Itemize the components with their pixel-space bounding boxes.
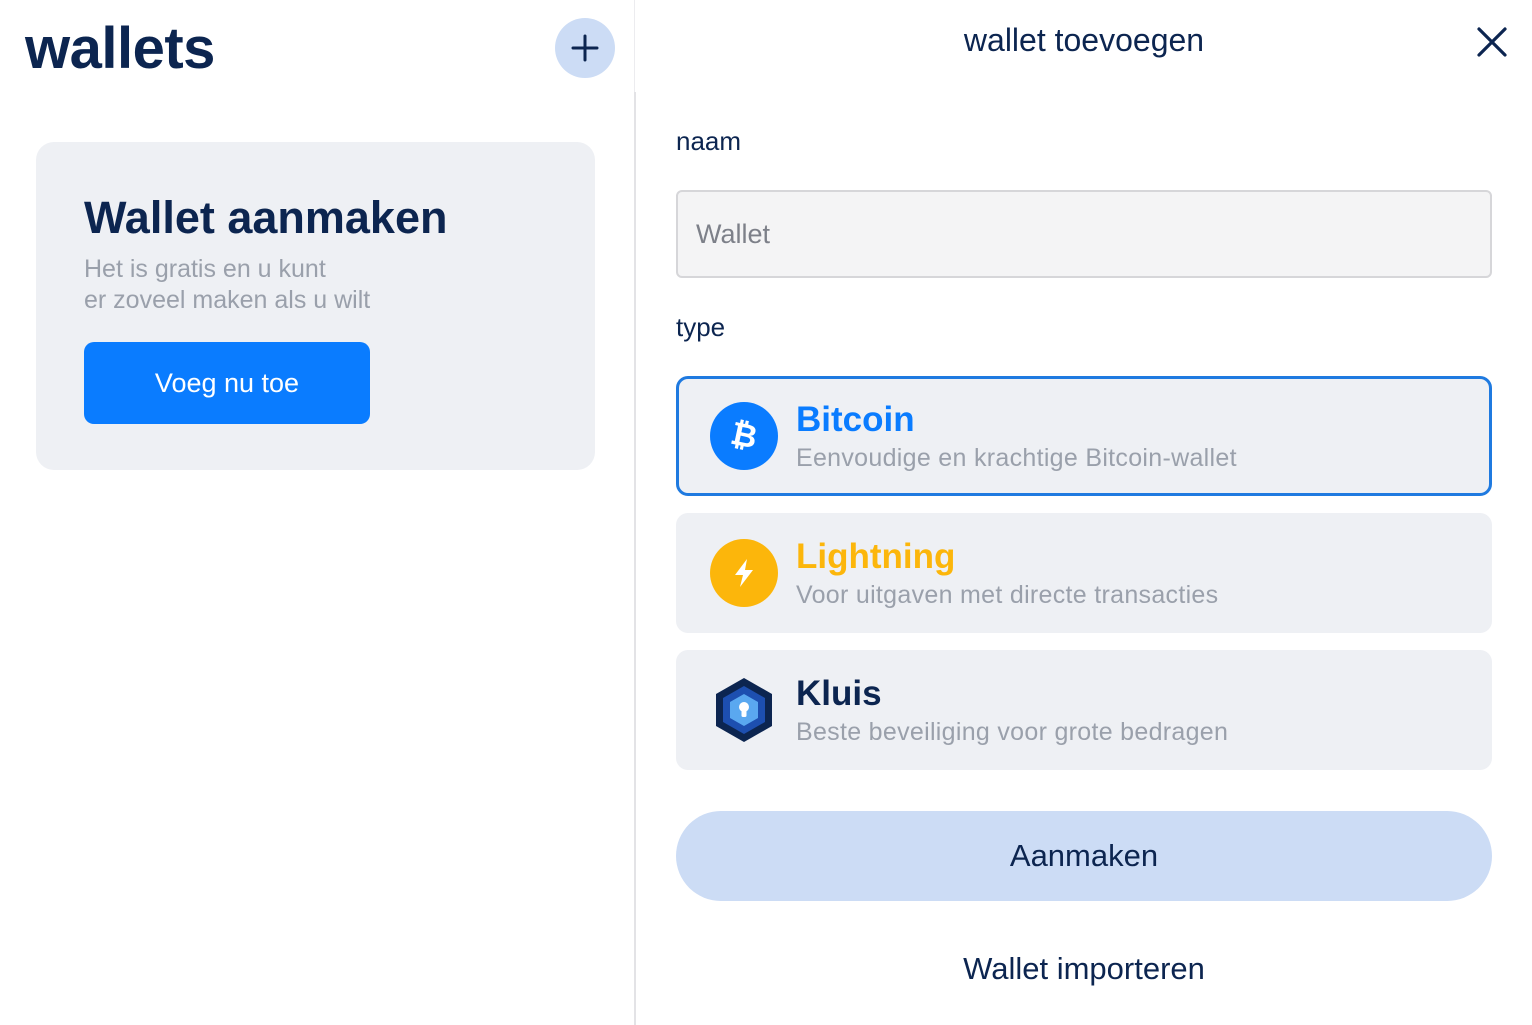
- type-description: Beste beveiliging voor grote bedragen: [796, 718, 1229, 746]
- create-wallet-subtitle: Het is gratis en u kunt er zoveel maken …: [84, 254, 504, 316]
- type-name: Bitcoin: [796, 400, 915, 439]
- app-window: wallets Wallet aanmaken Het is gratis en…: [0, 0, 1532, 1025]
- add-wallet-button[interactable]: [555, 18, 615, 78]
- sheet-title: wallet toevoegen: [963, 22, 1205, 58]
- type-description: Voor uitgaven met directe transacties: [796, 581, 1219, 609]
- subtitle-line-2: er zoveel maken als u wilt: [84, 286, 371, 314]
- wallets-pane: wallets Wallet aanmaken Het is gratis en…: [0, 0, 635, 1025]
- type-name: Kluis: [796, 674, 882, 713]
- import-wallet-link[interactable]: Wallet importeren: [636, 948, 1532, 990]
- name-label: naam: [676, 126, 742, 156]
- add-wallet-sheet: wallet toevoegen naam type ₿ Bitcoin Een…: [636, 0, 1532, 1025]
- wallet-type-vault[interactable]: Kluis Beste beveiliging voor grote bedra…: [676, 650, 1492, 770]
- type-name: Lightning: [796, 537, 956, 576]
- wallet-type-lightning[interactable]: Lightning Voor uitgaven met directe tran…: [676, 513, 1492, 633]
- vault-icon: [710, 676, 778, 744]
- svg-text:₿: ₿: [728, 416, 761, 456]
- type-description: Eenvoudige en krachtige Bitcoin-wallet: [796, 444, 1237, 472]
- page-title: wallets: [25, 16, 215, 81]
- create-wallet-card: Wallet aanmaken Het is gratis en u kunt …: [36, 142, 595, 470]
- close-button[interactable]: [1472, 22, 1512, 62]
- add-now-button[interactable]: Voeg nu toe: [84, 342, 370, 424]
- pane-divider-top: [634, 0, 635, 92]
- wallet-type-bitcoin[interactable]: ₿ Bitcoin Eenvoudige en krachtige Bitcoi…: [676, 376, 1492, 496]
- bitcoin-icon: ₿: [710, 402, 778, 470]
- plus-icon: [571, 34, 599, 62]
- close-icon: [1477, 27, 1507, 57]
- type-label: type: [676, 312, 726, 342]
- wallet-name-input[interactable]: [676, 190, 1492, 278]
- lightning-icon: [710, 539, 778, 607]
- create-wallet-title: Wallet aanmaken: [84, 192, 448, 243]
- subtitle-line-1: Het is gratis en u kunt: [84, 255, 326, 283]
- create-button[interactable]: Aanmaken: [676, 811, 1492, 901]
